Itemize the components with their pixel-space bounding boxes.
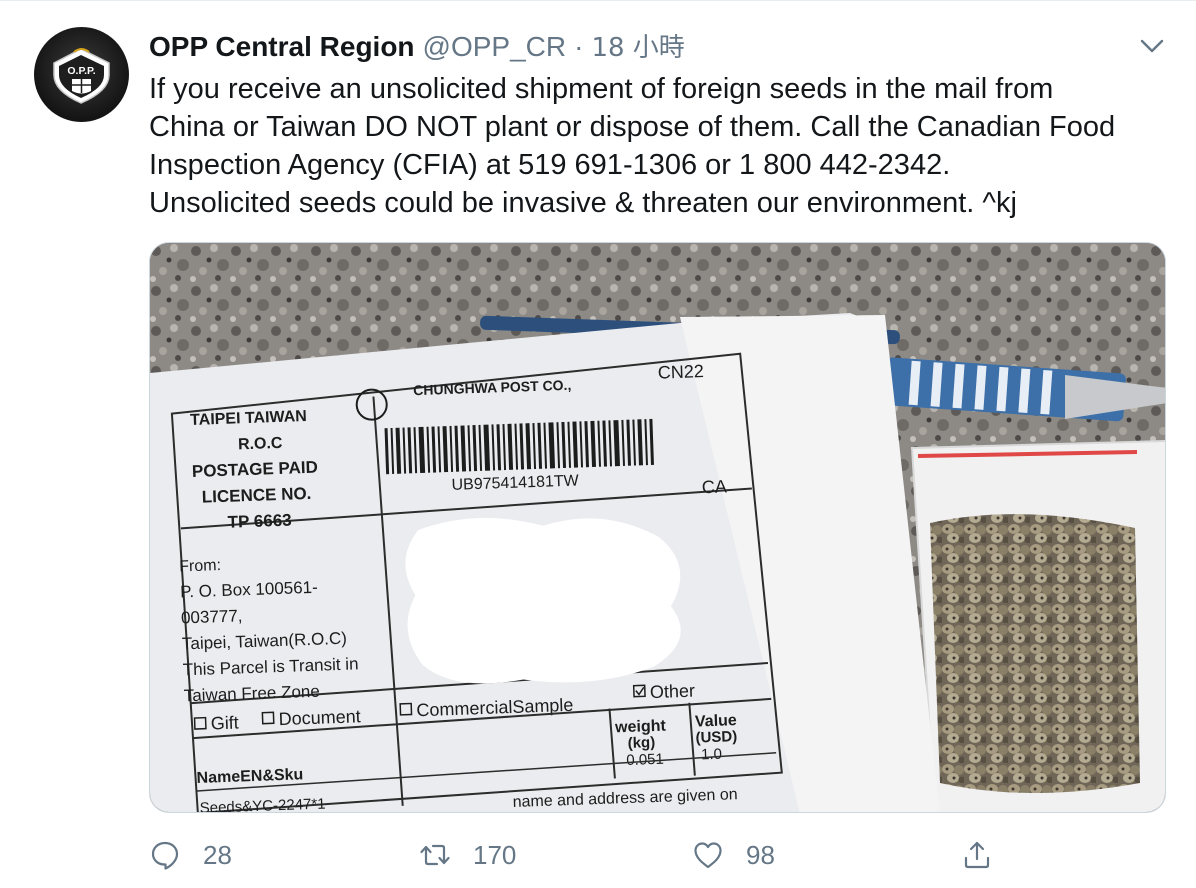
chevron-down-icon[interactable]	[1139, 37, 1165, 55]
like-button[interactable]: 98	[692, 833, 775, 877]
like-count: 98	[746, 839, 775, 870]
reply-icon	[151, 841, 179, 870]
photo-category: Gift	[210, 713, 239, 734]
retweet-button[interactable]: 170	[419, 833, 516, 877]
photo-value-value: 1.0	[701, 746, 722, 764]
photo-from-line: From:	[179, 557, 221, 575]
tweet[interactable]: O.P.P. OPP Central Region @OPP_CR · 18 小…	[0, 0, 1196, 888]
tweet-photo[interactable]: TAIPEI TAIWAN R.O.C POSTAGE PAID LICENCE…	[149, 242, 1166, 813]
avatar[interactable]: O.P.P.	[34, 27, 129, 122]
display-name[interactable]: OPP Central Region	[149, 29, 415, 65]
badge-text: O.P.P.	[67, 65, 95, 77]
share-button[interactable]	[961, 833, 993, 877]
photo-from-line: 003777,	[181, 606, 243, 627]
photo-form-code: CN22	[657, 361, 704, 383]
photo-seed-parcel: TAIPEI TAIWAN R.O.C POSTAGE PAID LICENCE…	[150, 243, 1165, 812]
tweet-actions: 28 170 98	[149, 833, 1179, 877]
photo-sender-line: TP 6663	[227, 511, 292, 532]
photo-category: Document	[278, 706, 361, 729]
heart-icon	[694, 842, 722, 869]
photo-sender-line: R.O.C	[238, 435, 283, 454]
share-icon	[964, 841, 990, 869]
photo-destination: CA	[701, 476, 727, 497]
reply-count: 28	[203, 839, 232, 870]
photo-category: Other	[650, 681, 696, 703]
timestamp[interactable]: 18 小時	[591, 30, 684, 66]
separator: ·	[574, 31, 584, 62]
user-handle[interactable]: @OPP_CR	[423, 29, 567, 65]
tweet-text: If you receive an unsolicited shipment o…	[149, 73, 1116, 219]
opp-badge-icon: O.P.P.	[53, 48, 110, 104]
photo-value-unit: (USD)	[695, 728, 737, 746]
retweet-icon	[420, 844, 450, 866]
photo-weight-unit: (kg)	[627, 734, 655, 752]
reply-button[interactable]: 28	[149, 833, 232, 877]
photo-sender-line: LICENCE NO.	[202, 484, 312, 507]
tweet-header: OPP Central Region @OPP_CR · 18 小時	[149, 29, 685, 67]
retweet-count: 170	[473, 839, 517, 870]
